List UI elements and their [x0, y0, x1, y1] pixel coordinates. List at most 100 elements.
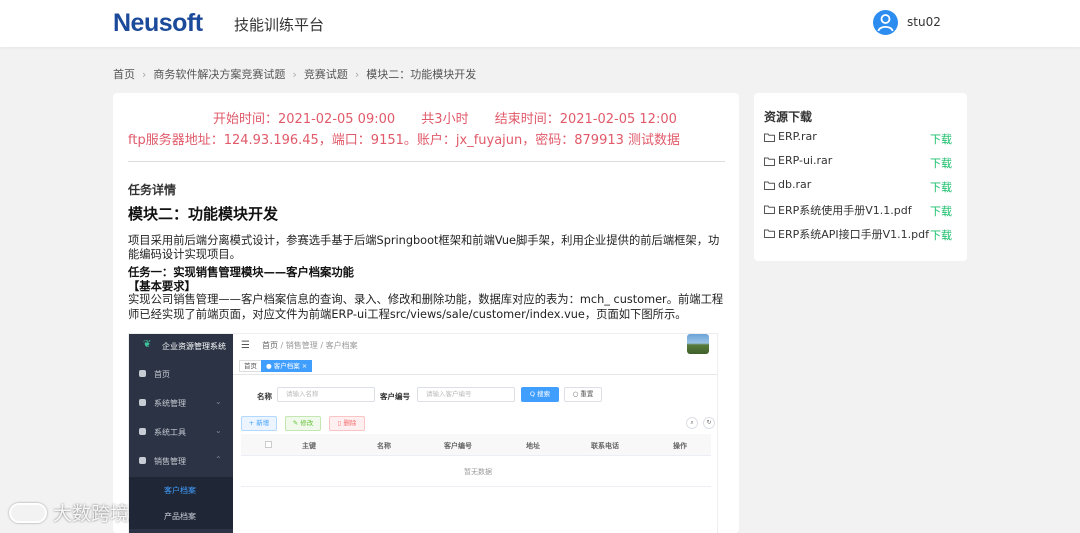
neusoft-logo[interactable]: Neusoft: [113, 9, 203, 38]
resource-title: 资源下载: [764, 110, 813, 124]
start-time: 开始时间：2021-02-05 09:00: [213, 112, 396, 127]
customer-page-screenshot: ❦ 企业资源管理系统 首页 系统管理 ⌄ 系统工具 ⌄ 销售管理 ⌃ 客户档案 …: [128, 333, 718, 533]
task-description: 项目采用前后端分离模式设计，参赛选手基于后端Springboot框架和前端Vue…: [128, 234, 720, 261]
ss-select-all-checkbox: [265, 441, 272, 448]
ss-col-phone: 联系电话: [591, 442, 619, 450]
chevron-up-icon: ⌃: [215, 455, 222, 464]
watermark-text: 大数跨境: [53, 503, 130, 525]
refresh-icon: ↻: [703, 417, 715, 429]
ss-empty-text: 暂无数据: [464, 468, 492, 476]
hamburger-icon: ☰: [241, 340, 250, 351]
download-link[interactable]: 下载: [930, 227, 952, 243]
download-link[interactable]: 下载: [930, 131, 952, 147]
ss-col-address: 地址: [526, 442, 540, 450]
ss-col-id: 主键: [302, 442, 316, 450]
document-icon: [139, 457, 146, 464]
ss-name-input: 请输入名称: [277, 387, 375, 402]
ss-menu-sales: 销售管理 ⌃: [129, 448, 233, 476]
module-title: 模块二：功能模块开发: [128, 205, 279, 223]
ss-search-button: Q 搜索: [521, 387, 559, 402]
chevron-right-icon: ›: [142, 68, 147, 81]
resource-file-name: ERP系统使用手册V1.1.pdf: [778, 204, 912, 217]
watermark-logo-icon: [9, 503, 47, 523]
folder-icon: [764, 180, 775, 193]
folder-icon: [764, 132, 775, 145]
ss-reset-button: ○ 重置: [564, 387, 602, 402]
ss-system-name: 企业资源管理系统: [162, 342, 226, 351]
chevron-right-icon: ›: [354, 68, 360, 81]
gear-icon: [139, 399, 146, 406]
divider: [128, 161, 725, 162]
resource-card: 资源下载 ERP.rar 下载 ERP-ui.rar 下载 db.rar 下载 …: [754, 93, 967, 261]
ss-tab-home: 首页: [239, 360, 262, 372]
ss-table-bottom-line: [241, 486, 711, 487]
ss-submenu-label: 客户档案: [164, 486, 196, 495]
resource-file-name: ERP系统API接口手册V1.1.pdf: [778, 228, 929, 241]
folder-icon: [764, 156, 775, 169]
requirement-title: 【基本要求】: [128, 280, 196, 293]
leaf-logo-icon: ❦: [143, 339, 152, 350]
ss-crumb-home: 首页: [262, 341, 278, 350]
breadcrumb-home[interactable]: 首页: [113, 66, 135, 82]
ss-breadcrumb: 首页 / 销售管理 / 客户档案: [262, 340, 358, 351]
exam-time-info: 开始时间：2021-02-05 09:00 共3小时 结束时间：2021-02-…: [213, 108, 699, 127]
ss-user-avatar: [687, 334, 709, 354]
ss-crumb-rest: / 销售管理 / 客户档案: [280, 341, 358, 350]
resource-item: ERP系统使用手册V1.1.pdf 下载: [764, 201, 957, 219]
download-link[interactable]: 下载: [930, 203, 952, 219]
resource-item: ERP系统API接口手册V1.1.pdf 下载: [764, 225, 957, 243]
platform-title: 技能训练平台: [234, 16, 325, 34]
search-icon: ⌕: [686, 417, 698, 429]
resource-file-name: ERP.rar: [778, 130, 817, 143]
ss-name-label: 名称: [257, 392, 272, 401]
user-avatar-icon[interactable]: [873, 10, 898, 35]
toolbox-icon: [139, 428, 146, 435]
resource-file-name: ERP-ui.rar: [778, 154, 833, 167]
resource-file-name: db.rar: [778, 178, 812, 191]
ss-add-button: + 新增: [241, 416, 277, 431]
ss-menu-home: 首页: [129, 361, 233, 389]
breadcrumb: 首页 › 商务软件解决方案竞赛试题 › 竞赛试题 › 模块二：功能模块开发: [113, 66, 476, 82]
ss-menu-label: 首页: [154, 370, 170, 379]
ss-sidebar: ❦ 企业资源管理系统 首页 系统管理 ⌄ 系统工具 ⌄ 销售管理 ⌃ 客户档案 …: [129, 334, 233, 533]
ss-submenu-customer: 客户档案: [129, 477, 233, 503]
duration: 共3小时: [421, 112, 469, 127]
ss-submenu-label: 产品档案: [164, 512, 196, 521]
chevron-down-icon: ⌄: [215, 426, 222, 435]
requirement-text: 实现公司销售管理——客户档案信息的查询、录入、修改和删除功能，数据库对应的表为：…: [128, 293, 724, 321]
ss-col-name: 名称: [377, 442, 391, 450]
ss-delete-button: ▯ 删除: [329, 416, 365, 431]
resource-item: ERP-ui.rar 下载: [764, 153, 957, 171]
ss-menu-label: 销售管理: [154, 457, 186, 466]
breadcrumb-exam[interactable]: 竞赛试题: [304, 66, 348, 82]
ss-tabs: 首页 ● 客户档案 ×: [233, 357, 717, 375]
download-link[interactable]: 下载: [930, 155, 952, 171]
ss-code-input: 请输入客户编号: [417, 387, 515, 402]
ss-submenu-product: 产品档案: [129, 503, 233, 529]
download-link[interactable]: 下载: [930, 179, 952, 195]
ss-tab-customer: ● 客户档案 ×: [261, 360, 313, 372]
task-card: 开始时间：2021-02-05 09:00 共3小时 结束时间：2021-02-…: [113, 93, 739, 533]
ss-edit-button: ✎ 修改: [285, 416, 321, 431]
resource-item: ERP.rar 下载: [764, 129, 957, 147]
top-bar: Neusoft 技能训练平台 stu02: [0, 0, 1080, 47]
username[interactable]: stu02: [907, 15, 941, 29]
section-title: 任务详情: [128, 183, 177, 197]
folder-icon: [764, 228, 775, 241]
end-time: 结束时间：2021-02-05 12:00: [494, 112, 677, 127]
dashboard-icon: [139, 370, 146, 377]
resource-item: db.rar 下载: [764, 177, 957, 195]
ss-col-code: 客户编号: [444, 442, 472, 450]
ftp-info: ftp服务器地址：124.93.196.45，端口：9151。账户：jx_fuy…: [128, 133, 681, 148]
ss-menu-label: 系统工具: [154, 428, 186, 437]
folder-icon: [764, 204, 775, 217]
ss-menu-system: 系统管理 ⌄: [129, 390, 233, 418]
ss-menu-label: 系统管理: [154, 399, 186, 408]
breadcrumb-current: 模块二：功能模块开发: [366, 68, 477, 81]
chevron-down-icon: ⌄: [215, 397, 222, 406]
ss-table-header: 主键 名称 客户编号 地址 联系电话 操作: [241, 434, 711, 456]
breadcrumb-competition[interactable]: 商务软件解决方案竞赛试题: [153, 66, 285, 82]
watermark: 大数跨境: [9, 499, 129, 526]
ss-col-actions: 操作: [673, 442, 687, 450]
ss-menu-tools: 系统工具 ⌄: [129, 419, 233, 447]
